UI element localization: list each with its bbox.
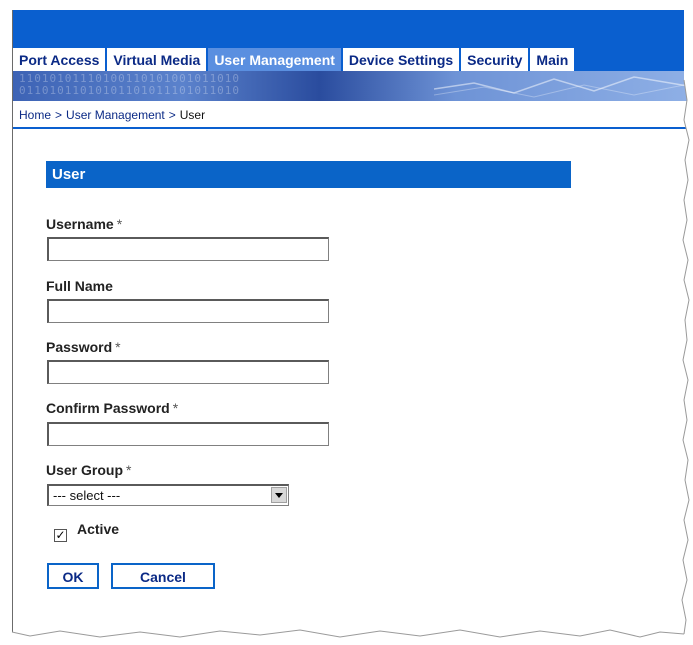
torn-edge-decoration	[0, 0, 693, 645]
